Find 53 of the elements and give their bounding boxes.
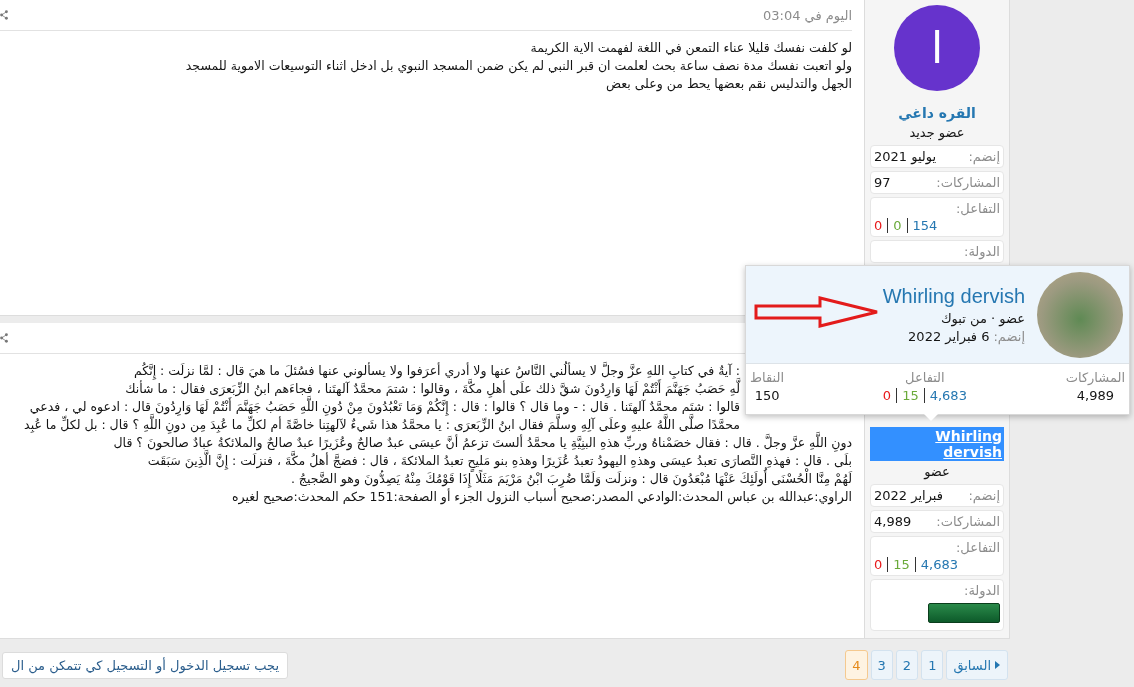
reaction-count: 154 bbox=[912, 218, 938, 233]
stat-label: الدولة: bbox=[963, 244, 1000, 259]
share-icon[interactable] bbox=[0, 332, 8, 344]
joined-date: 6 فبراير 2022 bbox=[908, 329, 990, 344]
stat-label: التفاعل: bbox=[955, 201, 1000, 216]
joined-label: إنضم: bbox=[993, 329, 1025, 344]
stat-label: إنضم: bbox=[968, 488, 1000, 503]
stat-label: النقاط bbox=[750, 370, 785, 385]
stat-label: المشاركات: bbox=[936, 175, 1000, 190]
stat-value: 97 bbox=[874, 175, 891, 190]
stat-value: يوليو 2021 bbox=[874, 149, 937, 164]
message-text: لو كلفت نفسك قليلا عناء التمعن في اللغة لفهمت الاية الكريمة bbox=[529, 39, 852, 57]
page-button[interactable]: 1 bbox=[921, 650, 944, 680]
message-text: دونِ اللَّهِ عزَّ وجلَّ . قال : فقال خصَمْناهُ وربِّ هذهِ البنِيَّةِ يا محمَّدُ ألستَ تزعمُ أنَّ عيسَى عبدٌ صالحٌ وعُزَيرًا عبدٌ صالحٌ والملائكةُ عبادٌ صالحونَ ؟ قال bbox=[0, 434, 852, 452]
stat-label: إنضم: bbox=[968, 149, 1000, 164]
page-button[interactable]: 4 bbox=[845, 650, 868, 680]
message-text: محمَّدًا صلَّى اللَّهُ عليهِ وعلَى آلِهِ وسلَّمَ فقال ابنُ الزِّبَعرَى : يا محمَّدُ هذا شَيءٌ لآلهتِنا خاصَّةً أم لكلِّ ما عُبِدَ مِن دونِ اللَّهِ ؟ قال : بل لكلِّ ما عُبِد bbox=[0, 416, 740, 434]
reaction-count: 0 bbox=[882, 388, 898, 403]
stat-value: 150 bbox=[754, 388, 780, 403]
post-time[interactable]: اليوم في 03:04 bbox=[762, 7, 852, 23]
page-button[interactable]: 3 bbox=[870, 650, 893, 680]
stat-label: التفاعل: bbox=[955, 540, 1000, 555]
stat-value: 4,989 bbox=[874, 514, 912, 529]
message-text: : آيةٌ في كتابِ اللهِ عزَّ وجلَّ لا يسألُني النَّاسُ عنها ولا أدري أعرَفوا ولا يسألوني عنها فسُئلَ ما هيَ قال : لمَّا نزلَت : إِنَّكُم bbox=[132, 362, 740, 380]
avatar[interactable]: ا bbox=[894, 5, 980, 91]
reaction-count: 0 bbox=[874, 557, 889, 572]
message-text: الجهل والتدليس نقم بعضها يحط من وعلى بعض bbox=[604, 75, 852, 93]
reaction-count: 4,683 bbox=[929, 388, 967, 403]
reaction-count: 15 bbox=[902, 388, 925, 403]
reaction-count: 15 bbox=[893, 557, 916, 572]
user-title: عضو جديد bbox=[909, 125, 965, 140]
reaction-count: 4,683 bbox=[920, 557, 959, 572]
stat-value: 4,989 bbox=[1076, 388, 1114, 403]
stat-label: الدولة: bbox=[963, 583, 1000, 598]
user-title: عضو bbox=[924, 464, 950, 479]
stat-label: المشاركات bbox=[1065, 370, 1125, 385]
message-text: الراوي:عبدالله بن عباس المحدث:الوادعي المصدر:صحيح أسباب النزول الجزء أو الصفحة:151 حكم المحدث:صحيح لغيره bbox=[231, 488, 852, 506]
username-link[interactable]: القره داغي bbox=[896, 104, 978, 122]
flag-image bbox=[928, 603, 1000, 623]
login-notice: يجب تسجيل الدخول أو التسجيل كي تتمكن من ال bbox=[2, 651, 289, 679]
reaction-count: 0 bbox=[874, 218, 889, 233]
message-text: ولو اتعبت نفسك مدة نصف ساعة بحث لعلمت ان قبر النبي لم يكن ضمن المسجد النبوي بل ادخل اثناء التوسيعات الاموية للمسجد bbox=[184, 57, 852, 75]
stat-label: المشاركات: bbox=[936, 514, 1000, 529]
username-link[interactable]: Whirling dervish bbox=[870, 427, 1004, 461]
caret-icon bbox=[995, 661, 1001, 669]
previous-button[interactable]: السابق bbox=[946, 650, 1008, 680]
stat-label: التفاعل bbox=[905, 370, 945, 385]
member-subtitle: عضو · من تبوك bbox=[940, 311, 1025, 326]
page-button[interactable]: 2 bbox=[895, 650, 919, 680]
share-icon[interactable] bbox=[0, 9, 8, 21]
member-name-link[interactable]: Whirling dervish bbox=[882, 285, 1025, 308]
stat-value: فبراير 2022 bbox=[874, 488, 943, 503]
reaction-count: 0 bbox=[893, 218, 908, 233]
